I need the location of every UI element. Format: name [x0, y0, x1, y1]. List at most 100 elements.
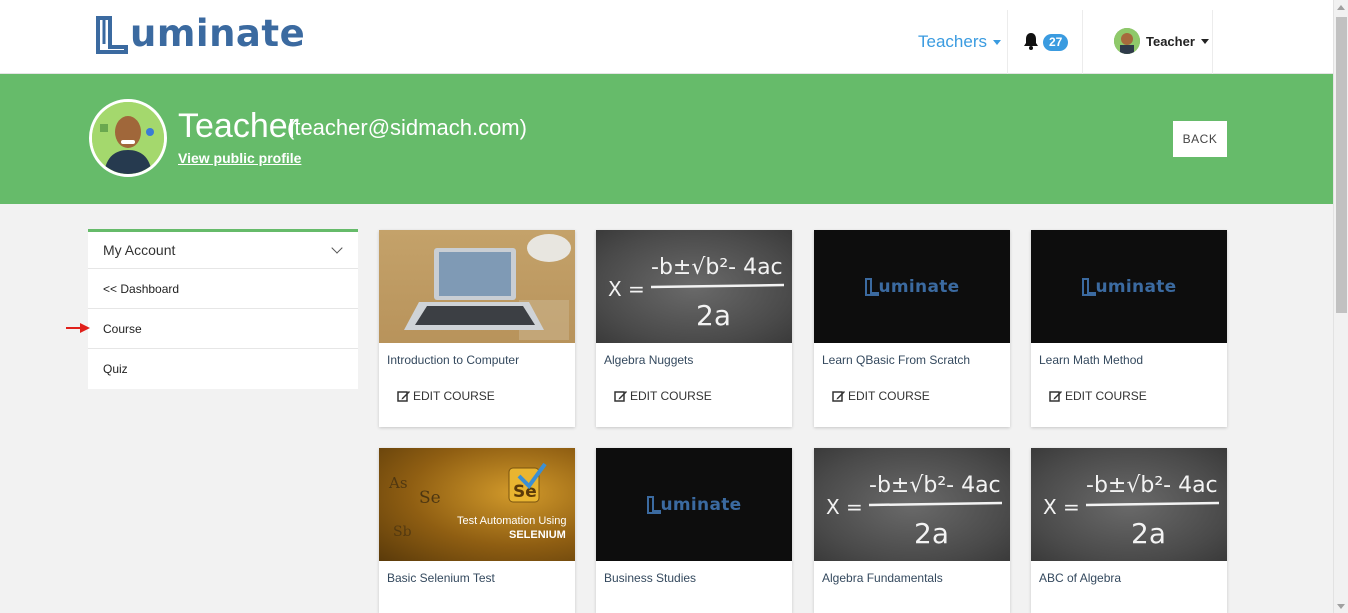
user-menu[interactable]: Teacher [1114, 28, 1209, 54]
profile-name: Teacher [178, 107, 299, 145]
formula-denominator: 2a [1131, 517, 1166, 550]
thumbnail-logo-text: uminate [1095, 276, 1177, 297]
course-thumbnail[interactable] [379, 230, 575, 343]
formula-denominator: 2a [914, 517, 949, 550]
luminate-logo-mark-icon [646, 495, 661, 514]
my-account-label: My Account [103, 242, 176, 258]
course-thumbnail[interactable]: X = -b±√b²- 4ac 2a [1031, 448, 1227, 561]
course-thumbnail[interactable]: As Se Sb Se Test Automation Using SELENI… [379, 448, 575, 561]
selenium-banner-icon: As Se Sb Se Test Automation Using SELENI… [388, 462, 566, 541]
quadratic-formula-icon: X = -b±√b²- 4ac 2a [608, 255, 785, 332]
edit-course-label: EDIT COURSE [413, 389, 495, 403]
edit-course-button[interactable]: EDIT COURSE [814, 389, 1010, 403]
formula-x: X = [608, 277, 645, 301]
course-title[interactable]: Learn QBasic From Scratch [814, 343, 1010, 381]
notification-count-badge[interactable]: 27 [1043, 34, 1069, 51]
course-thumbnail[interactable]: X = -b±√b²- 4ac 2a [596, 230, 792, 343]
course-title[interactable]: ABC of Algebra [1031, 561, 1227, 599]
edit-icon [1049, 391, 1062, 402]
formula-numerator: -b±√b²- 4ac [1086, 473, 1218, 498]
teachers-menu[interactable]: Teachers [918, 32, 1001, 52]
formula-numerator: -b±√b²- 4ac [651, 255, 783, 280]
sidebar-item-quiz[interactable]: Quiz [88, 349, 358, 389]
logo-text: uminate [130, 12, 306, 55]
course-title[interactable]: Introduction to Computer [379, 343, 575, 381]
course-thumbnail[interactable]: X = -b±√b²- 4ac 2a [814, 448, 1010, 561]
formula-numerator: -b±√b²- 4ac [869, 473, 1001, 498]
sidebar-item-dashboard[interactable]: << Dashboard [88, 269, 358, 309]
edit-course-label: EDIT COURSE [1065, 389, 1147, 403]
selenium-decor-text: Sb [393, 524, 412, 540]
sidebar-item-course[interactable]: Course [88, 309, 358, 349]
course-thumbnail[interactable]: uminate [814, 230, 1010, 343]
selenium-decor-text: Se [419, 488, 441, 508]
account-sidebar: My Account << Dashboard Course Quiz [88, 229, 358, 389]
edit-course-button[interactable]: EDIT COURSE [596, 389, 792, 403]
user-avatar [1114, 28, 1140, 54]
nav-divider [1082, 10, 1083, 74]
sidebar-item-label: << Dashboard [103, 281, 180, 296]
luminate-logo-mark-icon [864, 277, 879, 296]
edit-course-button[interactable]: EDIT COURSE [1031, 389, 1227, 403]
profile-avatar [89, 99, 167, 177]
edit-course-button[interactable]: EDIT COURSE [379, 389, 575, 403]
course-thumbnail[interactable]: uminate [1031, 230, 1227, 343]
course-card[interactable]: Introduction to Computer EDIT COURSE [379, 230, 575, 427]
avatar-icon [92, 102, 164, 174]
edit-icon [614, 391, 627, 402]
selenium-line1: Test Automation Using [457, 515, 566, 527]
bell-icon[interactable] [1022, 32, 1040, 50]
quadratic-formula-icon: X = -b±√b²- 4ac 2a [826, 473, 1003, 550]
scroll-thumb[interactable] [1336, 17, 1347, 313]
top-navbar: uminate Teachers 27 Teacher [0, 0, 1333, 74]
scroll-down-icon[interactable] [1337, 604, 1345, 609]
formula-x: X = [826, 495, 863, 519]
nav-divider [1212, 10, 1213, 74]
scroll-up-icon[interactable] [1337, 5, 1345, 10]
course-card[interactable]: uminate Learn Math Method EDIT COURSE [1031, 230, 1227, 427]
selenium-decor-text: As [388, 474, 408, 492]
course-card[interactable]: X = -b±√b²- 4ac 2a Algebra Fundamentals [814, 448, 1010, 613]
profile-banner: Teacher (teacher@sidmach.com) View publi… [0, 74, 1333, 204]
caret-down-icon [992, 39, 1001, 45]
luminate-logo-mark-icon [96, 16, 128, 54]
red-arrow-icon [66, 323, 90, 333]
edit-course-label: EDIT COURSE [848, 389, 930, 403]
course-title[interactable]: Business Studies [596, 561, 792, 599]
quadratic-formula-icon: X = -b±√b²- 4ac 2a [1043, 473, 1220, 550]
edit-course-label: EDIT COURSE [630, 389, 712, 403]
thumbnail-logo-text: uminate [660, 494, 742, 515]
laptop-photo-icon [404, 234, 571, 340]
course-card[interactable]: X = -b±√b²- 4ac 2a Algebra Nuggets EDIT … [596, 230, 792, 427]
luminate-logo-mark-icon [1081, 277, 1096, 296]
user-menu-label: Teacher [1146, 33, 1195, 49]
course-title[interactable]: Learn Math Method [1031, 343, 1227, 381]
course-title[interactable]: Algebra Nuggets [596, 343, 792, 381]
selenium-line2: SELENIUM [509, 529, 566, 541]
course-card[interactable]: uminate Business Studies [596, 448, 792, 613]
my-account-header[interactable]: My Account [88, 232, 358, 269]
avatar-icon [1114, 28, 1140, 54]
page-scrollbar[interactable] [1333, 0, 1348, 613]
course-title[interactable]: Algebra Fundamentals [814, 561, 1010, 599]
formula-x: X = [1043, 495, 1080, 519]
sidebar-item-label: Course [103, 321, 142, 336]
luminate-logo[interactable]: uminate [96, 12, 305, 56]
view-public-profile-link[interactable]: View public profile [178, 150, 301, 166]
course-card[interactable]: As Se Sb Se Test Automation Using SELENI… [379, 448, 575, 613]
nav-divider [1007, 10, 1008, 74]
selenium-logo-text: Se [513, 482, 537, 502]
thumbnail-logo-text: uminate [878, 276, 960, 297]
back-button[interactable]: BACK [1173, 121, 1227, 157]
course-title[interactable]: Basic Selenium Test [379, 561, 575, 599]
course-card[interactable]: X = -b±√b²- 4ac 2a ABC of Algebra [1031, 448, 1227, 613]
caret-down-icon [1200, 38, 1209, 44]
course-card[interactable]: uminate Learn QBasic From Scratch EDIT C… [814, 230, 1010, 427]
teachers-menu-label: Teachers [918, 32, 987, 51]
profile-email: (teacher@sidmach.com) [287, 115, 527, 140]
formula-denominator: 2a [696, 299, 731, 332]
course-thumbnail[interactable]: uminate [596, 448, 792, 561]
sidebar-item-label: Quiz [103, 362, 128, 376]
chevron-down-icon [331, 242, 343, 254]
edit-icon [397, 391, 410, 402]
